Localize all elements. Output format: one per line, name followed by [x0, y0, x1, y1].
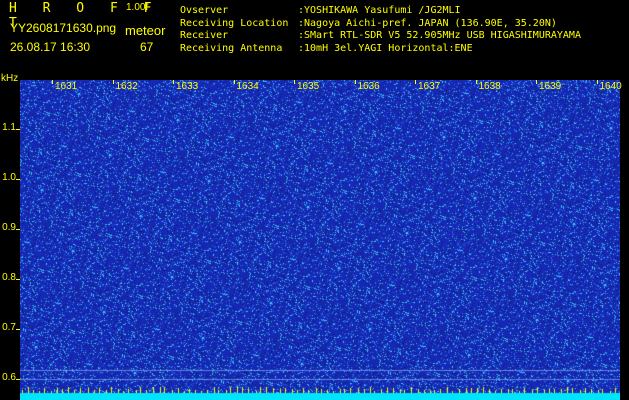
- x-tick-mark: [52, 80, 53, 84]
- y-tick-label: 0.8: [2, 272, 16, 283]
- right-margin: [620, 80, 629, 400]
- waterfall-spectrogram[interactable]: [20, 80, 620, 400]
- x-tick-mark: [354, 80, 356, 84]
- x-tick-mark: [415, 80, 416, 84]
- x-tick-label: 1632: [115, 81, 138, 92]
- info-value: :YOSHIKAWA Yasufumi /JG2MLI: [298, 5, 461, 16]
- x-tick-mark: [294, 80, 295, 84]
- x-tick-mark: [112, 80, 114, 84]
- info-label: Receiver: [180, 30, 229, 41]
- info-row-location: Receiving Location :Nagoya Aichi-pref. J…: [180, 18, 581, 31]
- info-label: Receiving Location: [180, 17, 289, 29]
- station-info: Ovserver :YOSHIKAWA Yasufumi /JG2MLI Rec…: [180, 5, 581, 55]
- info-label: Receiving Antenna: [180, 42, 283, 54]
- file-name: YY2608171630.png: [10, 21, 117, 35]
- x-tick-label: 1635: [297, 81, 320, 92]
- meteor-count: 67: [140, 40, 154, 54]
- y-tick-label: 1.0: [2, 172, 16, 183]
- y-tick-label: 0.9: [2, 222, 16, 233]
- x-tick-label: 1634: [236, 81, 259, 92]
- app-version: 1.00f: [126, 2, 149, 13]
- x-tick-label: 1637: [418, 81, 441, 92]
- y-axis-unit: kHz: [1, 73, 19, 84]
- header-summary: H R O F F T 1.00f YY2608171630.png meteo…: [0, 0, 175, 72]
- info-value: :SMart RTL-SDR V5 52.905MHz USB HIGASHIM…: [298, 30, 581, 41]
- x-tick-label: 1638: [478, 81, 501, 92]
- x-tick-label: 1636: [357, 81, 380, 92]
- x-tick-mark: [173, 80, 174, 84]
- y-tick-label: 0.6: [2, 372, 16, 383]
- y-tick-label: 0.7: [2, 322, 16, 333]
- x-tick-mark: [596, 80, 598, 84]
- info-label: Ovserver: [180, 5, 229, 16]
- timestamp: 26.08.17 16:30: [10, 40, 91, 54]
- x-tick-label: 1639: [539, 81, 562, 92]
- info-row-antenna: Receiving Antenna :10mH 3el.YAGI Horizon…: [180, 43, 581, 56]
- info-row-receiver: Receiver :SMart RTL-SDR V5 52.905MHz USB…: [180, 30, 581, 43]
- info-value: :Nagoya Aichi-pref. JAPAN (136.90E, 35.2…: [298, 17, 557, 29]
- detection-mode: meteor: [125, 23, 166, 38]
- x-tick-label: 1640: [599, 81, 622, 92]
- y-tick-label: 1.1: [2, 122, 16, 133]
- info-row-observer: Ovserver :YOSHIKAWA Yasufumi /JG2MLI: [180, 5, 581, 18]
- x-tick-label: 1633: [176, 81, 199, 92]
- x-tick-label: 1631: [55, 81, 78, 92]
- x-tick-mark: [536, 80, 537, 84]
- x-tick-mark: [233, 80, 235, 84]
- x-tick-mark: [475, 80, 477, 84]
- info-value: :10mH 3el.YAGI Horizontal:ENE: [298, 42, 473, 54]
